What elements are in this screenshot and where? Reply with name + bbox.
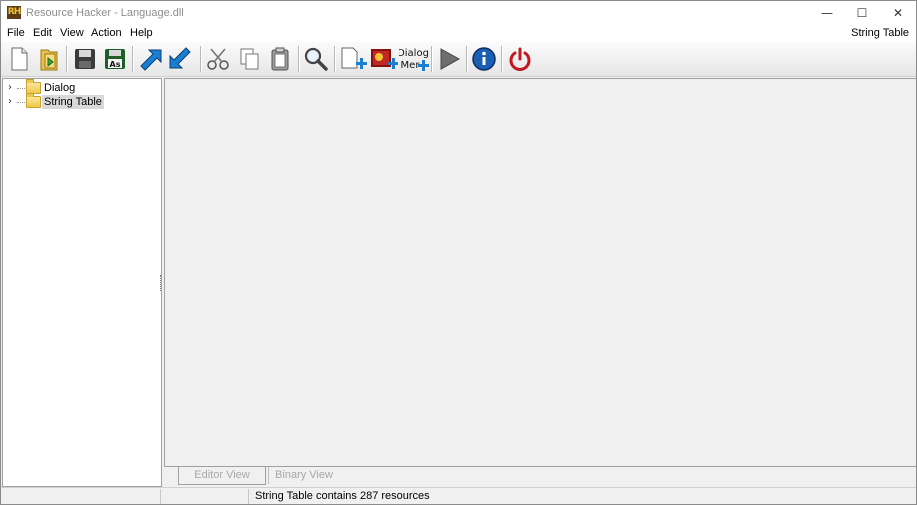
app-window: RH Resource Hacker - Language.dll — ☐ ✕ … xyxy=(0,0,917,505)
toolbar-separator xyxy=(298,46,300,72)
save-icon xyxy=(75,49,95,69)
info-button[interactable] xyxy=(469,44,499,74)
add-dialog-menu-button[interactable]: Dialog Mer xyxy=(399,44,429,74)
search-icon xyxy=(304,47,328,71)
title-bar[interactable]: RH Resource Hacker - Language.dll — ☐ ✕ xyxy=(1,1,916,25)
menu-action[interactable]: Action xyxy=(91,27,122,39)
window-title: Resource Hacker - Language.dll xyxy=(26,7,184,19)
cut-button[interactable] xyxy=(203,44,233,74)
save-button[interactable] xyxy=(70,44,100,74)
export-button[interactable] xyxy=(166,44,196,74)
chevron-right-icon[interactable]: › xyxy=(8,96,12,107)
close-button[interactable]: ✕ xyxy=(880,1,916,25)
paste-icon xyxy=(271,47,289,71)
current-resource-type-label: String Table xyxy=(851,27,909,39)
toolbar-separator xyxy=(501,46,503,72)
view-tabs: Editor View Binary View xyxy=(164,466,916,487)
compile-run-icon xyxy=(440,48,461,70)
maximize-button[interactable]: ☐ xyxy=(844,1,880,25)
tree-node-string-table[interactable]: › String Table xyxy=(3,93,161,109)
open-file-icon xyxy=(40,49,58,71)
exit-power-icon xyxy=(509,47,531,71)
exit-button[interactable] xyxy=(505,44,535,74)
save-as-button[interactable]: As xyxy=(100,44,130,74)
menu-view[interactable]: View xyxy=(60,27,84,39)
toolbar: As Dialog Mer xyxy=(1,42,916,77)
export-arrow-icon xyxy=(169,47,191,69)
menu-edit[interactable]: Edit xyxy=(33,27,52,39)
search-button[interactable] xyxy=(301,44,331,74)
tree-node-label[interactable]: String Table xyxy=(42,95,104,109)
status-pane-middle xyxy=(161,489,249,504)
menu-help[interactable]: Help xyxy=(130,27,153,39)
add-image-resource-button[interactable] xyxy=(368,44,398,74)
add-resource-icon xyxy=(341,47,367,69)
paste-button[interactable] xyxy=(265,44,295,74)
copy-button[interactable] xyxy=(234,44,264,74)
toolbar-separator xyxy=(66,46,68,72)
minimize-button[interactable]: — xyxy=(809,1,845,25)
import-button[interactable] xyxy=(135,44,165,74)
toolbar-separator xyxy=(466,46,468,72)
open-file-button[interactable] xyxy=(34,44,64,74)
folder-icon xyxy=(26,93,41,108)
menu-bar: File Edit View Action Help String Table xyxy=(1,25,916,42)
toolbar-separator xyxy=(431,46,433,72)
save-as-icon: As xyxy=(105,49,125,69)
dialog-menu-label-line2: Mer xyxy=(401,60,421,71)
dialog-menu-label-line1: Dialog xyxy=(399,48,429,59)
new-file-button[interactable] xyxy=(4,44,34,74)
app-logo-icon: RH xyxy=(7,6,21,19)
menu-file[interactable]: File xyxy=(7,27,25,39)
toolbar-separator xyxy=(200,46,202,72)
add-image-resource-icon xyxy=(371,49,398,69)
tree-node-label[interactable]: Dialog xyxy=(42,81,77,95)
status-message: String Table contains 287 resources xyxy=(255,490,430,502)
info-icon xyxy=(472,47,496,71)
add-resource-button[interactable] xyxy=(337,44,367,74)
status-bar: String Table contains 287 resources xyxy=(1,487,916,504)
chevron-right-icon[interactable]: › xyxy=(8,82,12,93)
tab-editor-view[interactable]: Editor View xyxy=(178,467,266,485)
new-file-icon xyxy=(11,47,28,71)
save-as-badge: As xyxy=(110,60,121,69)
status-pane-left xyxy=(1,489,161,504)
tab-binary-view[interactable]: Binary View xyxy=(268,467,339,484)
toolbar-separator xyxy=(334,46,336,72)
resource-tree[interactable]: › Dialog › String Table xyxy=(2,78,162,487)
compile-run-button[interactable] xyxy=(434,44,464,74)
import-arrow-icon xyxy=(140,49,162,71)
add-dialog-menu-icon: Dialog Mer xyxy=(399,48,429,71)
copy-icon xyxy=(240,48,259,70)
toolbar-separator xyxy=(132,46,134,72)
editor-pane[interactable] xyxy=(164,78,916,467)
cut-icon xyxy=(207,48,229,70)
